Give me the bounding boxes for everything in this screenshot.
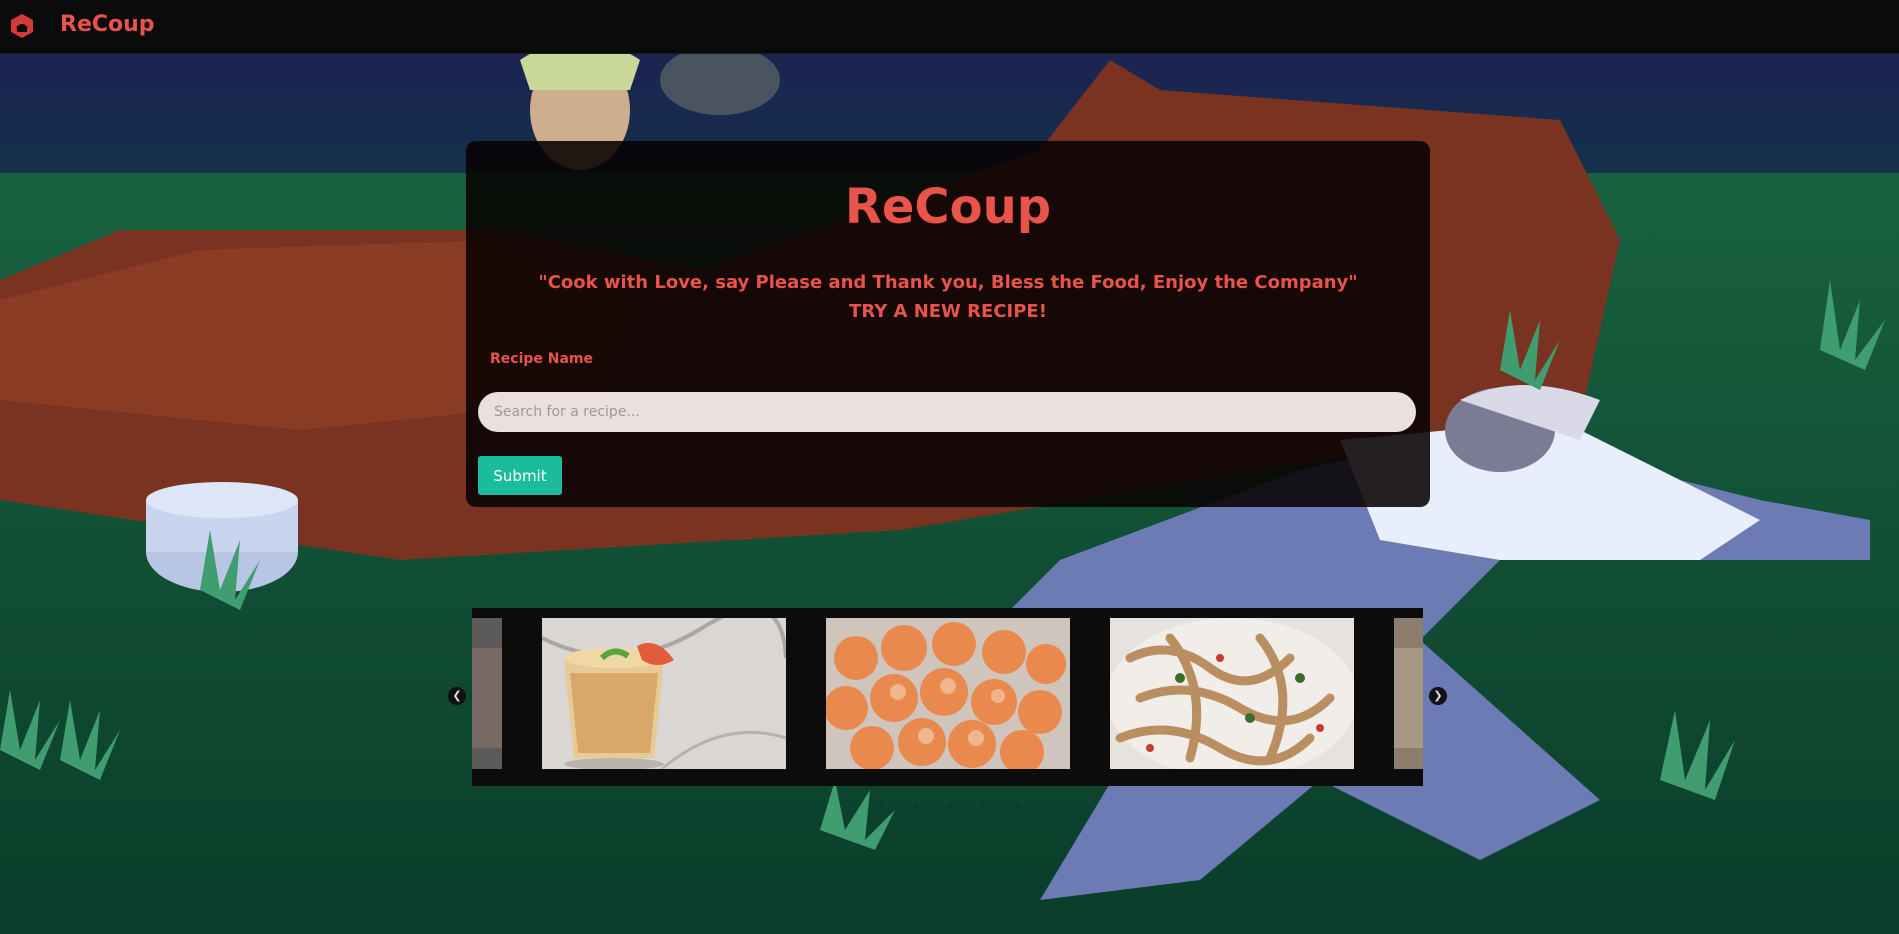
chevron-left-icon: ❮ xyxy=(452,689,462,702)
carousel-prev-button[interactable]: ❮ xyxy=(448,687,466,705)
quote-text: "Cook with Love, say Please and Thank yo… xyxy=(538,272,1358,293)
carousel-dot[interactable] xyxy=(981,803,987,808)
quote-block: "Cook with Love, say Please and Thank yo… xyxy=(466,268,1430,326)
carousel-dot[interactable] xyxy=(878,803,884,808)
recipe-name-label: Recipe Name xyxy=(490,351,594,367)
navbar: ReCoup xyxy=(0,0,1899,54)
page-title: ReCoup xyxy=(844,179,1052,235)
chevron-right-icon: ❯ xyxy=(1433,689,1443,702)
submit-button[interactable]: Submit xyxy=(478,456,562,495)
search-input[interactable] xyxy=(478,392,1416,432)
carousel-dot[interactable] xyxy=(1015,803,1021,808)
mango-lassi-image xyxy=(542,618,786,769)
carousel-slide[interactable] xyxy=(1110,618,1354,769)
carousel-slide[interactable] xyxy=(542,618,786,769)
carousel-next-button[interactable]: ❯ xyxy=(1429,687,1447,705)
tagline: TRY A NEW RECIPE! xyxy=(849,301,1047,322)
search-card: ReCoup "Cook with Love, say Please and T… xyxy=(466,141,1430,507)
carousel-slide-partial[interactable] xyxy=(1394,618,1423,769)
brand-name[interactable]: ReCoup xyxy=(60,12,155,37)
carousel-slide-partial[interactable] xyxy=(472,618,502,769)
recipe-carousel[interactable] xyxy=(472,608,1423,786)
carousel-dot[interactable] xyxy=(912,803,918,808)
recoup-logo-icon[interactable] xyxy=(9,13,35,39)
sugar-donuts-image xyxy=(826,618,1070,769)
carousel-dot[interactable] xyxy=(947,803,952,808)
carousel-indicators xyxy=(0,793,1899,812)
carousel-slide[interactable] xyxy=(826,618,1070,769)
pasta-image xyxy=(1110,618,1354,769)
